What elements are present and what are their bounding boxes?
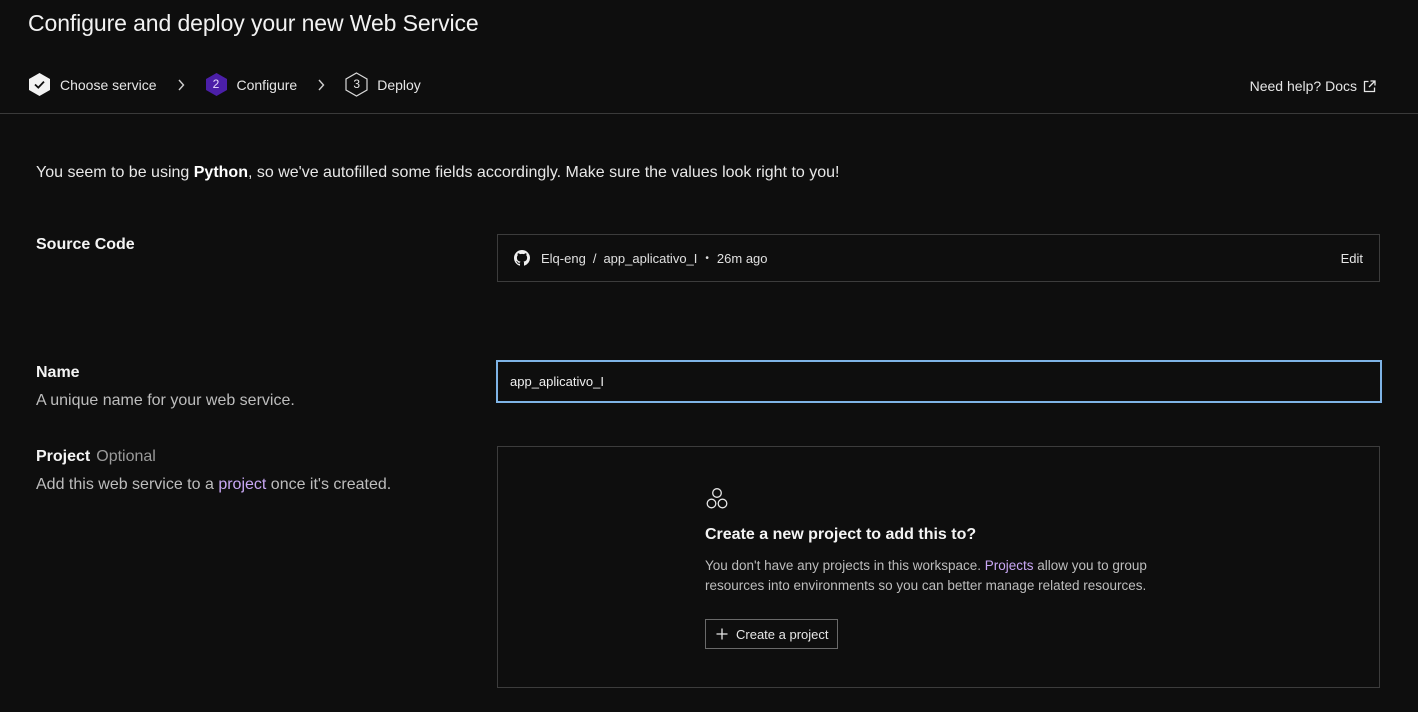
source-code-box: Elq-eng / app_aplicativo_I • 26m ago Edi…: [497, 234, 1380, 282]
project-empty-state: Create a new project to add this to? You…: [705, 487, 1175, 649]
docs-link[interactable]: Need help? Docs: [1250, 78, 1376, 94]
project-desc-text: Add this web service to a: [36, 476, 219, 493]
plus-icon: [716, 628, 728, 640]
optional-tag: Optional: [96, 448, 156, 465]
stepper: Choose service 2 Configure 3 Deploy: [28, 72, 421, 97]
projects-link[interactable]: Projects: [985, 558, 1034, 573]
github-icon: [514, 250, 530, 266]
repo-name: app_aplicativo_I: [603, 250, 698, 266]
empty-state-text: You don't have any projects in this work…: [705, 556, 1175, 596]
name-description: A unique name for your web service.: [36, 392, 295, 409]
autofill-notice: You seem to be using Python, so we've au…: [36, 164, 839, 182]
step-number: 3: [353, 77, 361, 91]
repo-owner: Elq-eng: [541, 250, 586, 266]
repo-updated-time: 26m ago: [716, 250, 768, 266]
step-label: Configure: [236, 76, 298, 93]
check-icon: [29, 73, 50, 96]
step-label: Deploy: [377, 76, 421, 93]
page-title: Configure and deploy your new Web Servic…: [28, 10, 479, 36]
project-empty-state-box: Create a new project to add this to? You…: [497, 446, 1380, 688]
create-project-button[interactable]: Create a project: [705, 619, 838, 649]
empty-text-part: You don't have any projects in this work…: [705, 558, 985, 573]
notice-text: , so we've autofilled some fields accord…: [247, 164, 840, 181]
edit-source-button[interactable]: Edit: [1341, 251, 1363, 266]
create-project-label: Create a project: [736, 626, 829, 642]
repo-separator: /: [592, 250, 597, 266]
step-number-icon: 3: [345, 72, 368, 97]
name-label: Name: [36, 364, 80, 381]
project-label: Project Optional: [36, 448, 156, 466]
chevron-right-icon: [317, 79, 325, 91]
project-docs-link[interactable]: project: [218, 476, 266, 493]
step-number-icon: 2: [205, 72, 228, 97]
notice-text: You seem to be using: [36, 164, 194, 181]
step-deploy[interactable]: 3 Deploy: [345, 72, 421, 97]
source-code-label: Source Code: [36, 236, 135, 253]
step-choose-service[interactable]: Choose service: [28, 72, 157, 97]
project-circles-icon: [706, 488, 728, 509]
step-label: Choose service: [60, 76, 157, 93]
docs-link-label: Need help? Docs: [1249, 78, 1357, 94]
step-number: 2: [212, 77, 220, 91]
empty-state-title: Create a new project to add this to?: [705, 526, 977, 543]
header-divider: [0, 113, 1418, 114]
step-configure[interactable]: 2 Configure: [205, 72, 298, 97]
detected-language: Python: [193, 164, 248, 181]
external-link-icon: [1363, 79, 1376, 92]
project-description: Add this web service to a project once i…: [36, 476, 391, 494]
service-name-input[interactable]: [496, 360, 1382, 403]
project-label-text: Project: [36, 448, 91, 465]
bullet-separator: •: [705, 252, 709, 264]
chevron-right-icon: [177, 79, 185, 91]
project-desc-text: once it's created.: [266, 476, 392, 493]
